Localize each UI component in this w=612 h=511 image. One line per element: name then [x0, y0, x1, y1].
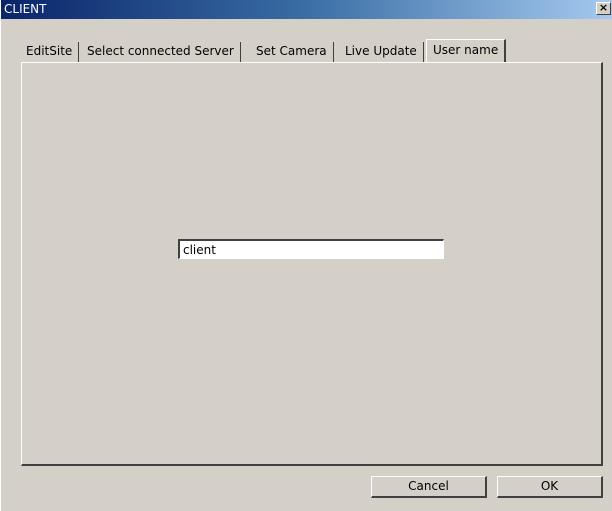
tab-live-update[interactable]: Live Update — [340, 42, 424, 62]
client-dialog: CLIENT × EditSite Select connected Serve… — [0, 0, 612, 511]
close-button[interactable]: × — [596, 2, 611, 15]
title-bar[interactable]: CLIENT × — [1, 0, 612, 19]
tab-set-camera[interactable]: Set Camera — [251, 42, 334, 62]
tab-user-name[interactable]: User name — [426, 39, 507, 62]
tab-select-connected-server[interactable]: Select connected Server — [82, 42, 241, 62]
cancel-button[interactable]: Cancel — [371, 476, 487, 498]
tab-editsite[interactable]: EditSite — [21, 42, 80, 62]
close-icon: × — [598, 1, 609, 14]
ok-button[interactable]: OK — [497, 476, 603, 498]
user-name-input[interactable] — [178, 239, 444, 259]
window-title: CLIENT — [4, 2, 47, 16]
tab-panel-user-name — [21, 62, 603, 466]
